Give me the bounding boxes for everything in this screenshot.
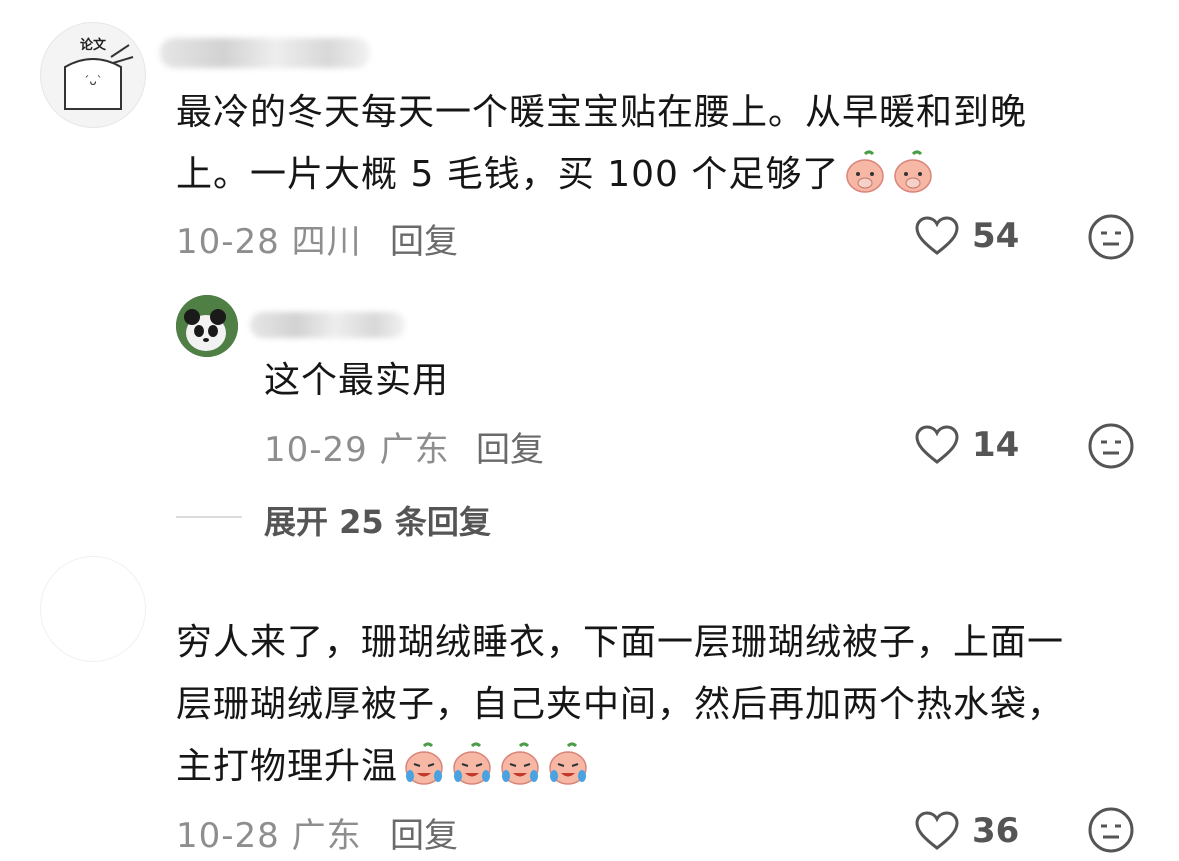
comment-text: 最冷的冬天每天一个暖宝宝贴在腰上。从早暖和到晚 上。一片大概 5 毛钱，买 10… <box>176 92 1028 195</box>
peach-crying-icon <box>546 742 590 786</box>
reply-date: 10-29 <box>264 430 368 470</box>
dislike-button[interactable] <box>1087 806 1135 858</box>
reply-button[interactable]: 回复 <box>390 808 458 857</box>
panda-avatar-icon <box>176 295 238 357</box>
comment-date: 10-28 <box>176 816 280 856</box>
dislike-button[interactable] <box>1087 422 1135 474</box>
comment-meta: 10-28 四川 <box>176 214 362 263</box>
like-count: 14 <box>972 425 1020 465</box>
avatar[interactable] <box>40 556 146 662</box>
reply-location: 广东 <box>379 430 450 470</box>
comment-location: 四川 <box>291 222 362 262</box>
reply-meta: 10-29 广东 <box>264 422 450 471</box>
reply-button[interactable]: 回复 <box>390 214 458 263</box>
meh-face-icon <box>1088 423 1134 469</box>
peach-crying-icon <box>402 742 446 786</box>
peach-cover-face-icon <box>891 150 935 194</box>
heart-outline-icon <box>915 811 959 850</box>
meh-face-icon <box>1088 214 1134 260</box>
reply-button[interactable]: 回复 <box>476 422 544 471</box>
comment-date: 10-28 <box>176 222 280 262</box>
reply-text: 这个最实用 <box>264 360 450 401</box>
avatar-label: 论文 <box>80 37 107 53</box>
like-button[interactable]: 14 <box>914 424 1019 466</box>
like-button[interactable]: 54 <box>914 215 1019 257</box>
avatar[interactable]: 论文 ´ᴗ` <box>40 22 146 128</box>
comment-text: 穷人来了，珊瑚绒睡衣，下面一层珊瑚绒被子，上面一 层珊瑚绒厚被子，自己夹中间，然… <box>176 622 1065 787</box>
username-blurred[interactable] <box>160 38 370 68</box>
heart-outline-icon <box>915 425 959 464</box>
like-count: 36 <box>972 811 1020 851</box>
peach-crying-icon <box>450 742 494 786</box>
dislike-button[interactable] <box>1087 213 1135 265</box>
comment-meta: 10-28 广东 <box>176 808 362 857</box>
like-button[interactable]: 36 <box>914 810 1019 852</box>
avatar-drawing: 论文 ´ᴗ` <box>64 37 134 110</box>
comment-location: 广东 <box>291 816 362 856</box>
meh-face-icon <box>1088 807 1134 853</box>
like-count: 54 <box>972 216 1020 256</box>
expand-divider <box>176 516 242 518</box>
expand-replies-button[interactable]: 展开 25 条回复 <box>264 497 491 543</box>
heart-outline-icon <box>915 216 959 255</box>
avatar[interactable] <box>176 295 238 357</box>
svg-text:´ᴗ`: ´ᴗ` <box>83 74 102 88</box>
peach-crying-icon <box>498 742 542 786</box>
username-blurred[interactable] <box>250 312 405 338</box>
peach-cover-face-icon <box>843 150 887 194</box>
